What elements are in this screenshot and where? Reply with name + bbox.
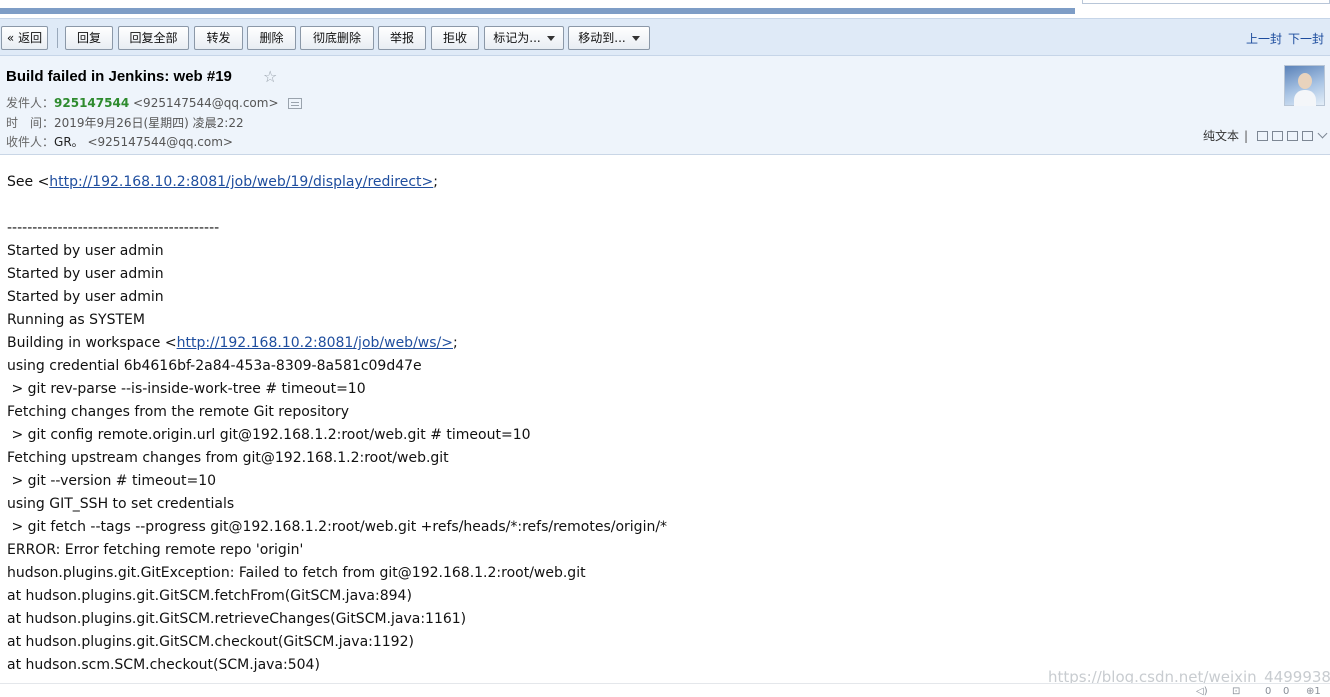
mail-body: See <http://192.168.10.2:8081/job/web/19… <box>7 172 1327 678</box>
workspace-prefix: Building in workspace < <box>7 335 177 351</box>
see-line: See <http://192.168.10.2:8081/job/web/19… <box>7 172 1327 195</box>
print-icon[interactable] <box>1302 130 1313 141</box>
log-line: Fetching changes from the remote Git rep… <box>7 404 350 420</box>
reply-button[interactable]: 回复 <box>65 26 113 50</box>
reject-button[interactable]: 拒收 <box>431 26 479 50</box>
new-window-icon[interactable] <box>1257 130 1268 141</box>
chevron-down-icon[interactable] <box>1317 128 1328 139</box>
log-line: > git --version # timeout=10 <box>7 473 217 489</box>
workspace-line: Building in workspace <http://192.168.10… <box>7 333 1327 356</box>
next-mail-link[interactable]: 下一封 <box>1288 32 1324 46</box>
reader-icon[interactable] <box>1272 130 1283 141</box>
recipient-name[interactable]: GR。 <box>54 135 84 149</box>
top-strip <box>0 0 1330 18</box>
plain-text-link[interactable]: 纯文本 <box>1203 127 1239 144</box>
toolbar-separator <box>57 28 58 48</box>
recipient-row: 收件人：GR。 <925147544@qq.com> <box>6 133 233 150</box>
zoom-icon[interactable] <box>1287 130 1298 141</box>
mail-toolbar: « 返回 回复 回复全部 转发 删除 彻底删除 举报 拒收 标记为... 移动到… <box>0 18 1330 56</box>
caret-down-icon <box>546 36 555 41</box>
star-outline-icon[interactable]: ☆ <box>263 67 277 86</box>
log-line: at hudson.plugins.git.GitSCM.fetchFrom(G… <box>7 588 412 604</box>
speaker-icon[interactable]: ◁) <box>1196 686 1208 697</box>
status-count-a-value: 0 <box>1265 686 1272 697</box>
workspace-link[interactable]: http://192.168.10.2:8081/job/web/ws/> <box>177 335 453 351</box>
build-redirect-link[interactable]: http://192.168.10.2:8081/job/web/19/disp… <box>49 174 433 190</box>
back-button[interactable]: « 返回 <box>1 26 48 50</box>
log-line: > git rev-parse --is-inside-work-tree # … <box>7 381 366 397</box>
delete-button[interactable]: 删除 <box>247 26 296 50</box>
log-line: at hudson.plugins.git.GitSCM.retrieveCha… <box>7 611 467 627</box>
reply-all-button[interactable]: 回复全部 <box>118 26 189 50</box>
workspace-suffix: ; <box>452 335 458 351</box>
status-count-b-value: 0 <box>1283 686 1290 697</box>
time-row: 时 间：2019年9月26日(星期四) 凌晨2:22 <box>6 114 244 131</box>
log-line: Started by user admin <box>7 289 164 305</box>
sender-address: <925147544@qq.com> <box>133 96 279 110</box>
mail-view-tools: 纯文本 | <box>1203 127 1328 144</box>
log-line: Started by user admin <box>7 266 164 282</box>
delete-forever-button[interactable]: 彻底删除 <box>300 26 374 50</box>
mail-header: Build failed in Jenkins: web #19 ☆ 发件人：9… <box>0 56 1330 155</box>
contact-card-icon[interactable] <box>288 98 303 109</box>
log-line: at hudson.plugins.git.GitSCM.checkout(Gi… <box>7 634 414 650</box>
status-bar: ◁) ⊡ 0 0 ⊕1 <box>0 683 1330 697</box>
move-to-dropdown[interactable]: 移动到... <box>568 26 650 50</box>
see-suffix: ; <box>433 174 438 190</box>
log-line: > git config remote.origin.url git@192.1… <box>7 427 531 443</box>
sender-avatar[interactable] <box>1284 65 1325 106</box>
log-line: > git fetch --tags --progress git@192.16… <box>7 519 668 535</box>
move-to-label: 移动到... <box>578 31 626 45</box>
share-icon[interactable]: ⊡ <box>1232 686 1240 697</box>
log-line: using GIT_SSH to set credentials <box>7 496 235 512</box>
sender-name[interactable]: 925147544 <box>54 96 129 110</box>
mail-subject: Build failed in Jenkins: web #19 <box>6 68 232 85</box>
log-line: using credential 6b4616bf-2a84-453a-8309… <box>7 358 422 374</box>
top-blue-bar <box>0 8 1075 14</box>
time-value: 2019年9月26日(星期四) 凌晨2:22 <box>54 116 244 130</box>
log-line: ERROR: Error fetching remote repo 'origi… <box>7 542 304 558</box>
prev-mail-link[interactable]: 上一封 <box>1246 32 1282 46</box>
separator-line: ----------------------------------------… <box>7 220 220 236</box>
tools-divider: | <box>1243 128 1248 143</box>
caret-down-icon <box>631 36 640 41</box>
log-line: Running as SYSTEM <box>7 312 145 328</box>
time-label: 时 间： <box>6 116 55 130</box>
forward-button[interactable]: 转发 <box>194 26 243 50</box>
zoom-plus-icon[interactable]: ⊕1 <box>1306 686 1321 697</box>
from-label: 发件人： <box>6 96 55 110</box>
to-label: 收件人： <box>6 135 55 149</box>
log-line: Started by user admin <box>7 243 164 259</box>
status-count-b: 0 <box>1283 686 1289 697</box>
report-button[interactable]: 举报 <box>378 26 426 50</box>
mark-as-dropdown[interactable]: 标记为... <box>484 26 564 50</box>
see-prefix: See < <box>7 174 50 190</box>
log-line: Fetching upstream changes from git@192.1… <box>7 450 449 466</box>
log-line: hudson.plugins.git.GitException: Failed … <box>7 565 586 581</box>
top-search-box[interactable] <box>1082 0 1330 4</box>
recipient-address: <925147544@qq.com> <box>87 135 233 149</box>
mark-as-label: 标记为... <box>493 31 541 45</box>
prev-next-nav: 上一封 下一封 <box>1246 30 1330 47</box>
status-count-c-value: 1 <box>1314 686 1321 697</box>
status-count-a: 0 <box>1265 686 1271 697</box>
sender-row: 发件人：925147544 <925147544@qq.com> <box>6 94 303 111</box>
